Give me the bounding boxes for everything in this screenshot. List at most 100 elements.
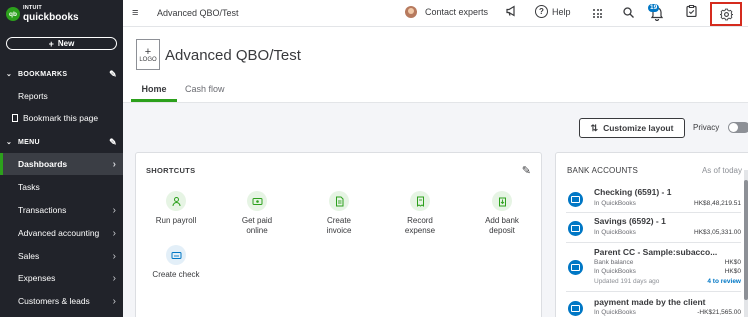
sidebar-item-customers-leads[interactable]: Customers & leads › [0,290,123,312]
bank-account-name: Parent CC - Sample:subacco... [594,247,718,257]
privacy-toggle[interactable] [728,122,748,133]
search-icon[interactable] [623,7,634,18]
shortcut-record-expense[interactable]: Record expense [389,191,451,236]
bank-building-icon [568,221,583,236]
to-review-link[interactable]: 4 to review [707,278,741,285]
sidebar-item-label: Tasks [18,182,40,192]
bank-account-row[interactable]: Savings (6592) - 1 In QuickBooks HK$3,05… [566,216,741,238]
sidebar-item-label: Dashboards [18,159,68,169]
shortcut-label: Create [326,216,351,225]
chevron-down-icon: ⌄ [6,71,13,78]
shortcut-label-2: invoice [326,226,352,235]
expert-avatar [405,6,417,18]
shortcut-label: Run payroll [155,216,197,225]
sliders-icon: ⇅ [590,122,599,133]
sidebar-item-label: Sales [18,251,40,261]
chevron-right-icon: › [112,204,116,216]
bank-account-line-label: Bank balance [594,259,634,266]
plus-icon: + [48,38,54,49]
settings-button[interactable] [710,2,742,26]
bank-accounts-card: BANK ACCOUNTS As of today Checking (6591… [555,152,748,317]
chevron-down-icon: ⌄ [6,139,13,146]
bank-account-row[interactable]: Checking (6591) - 1 In QuickBooks HK$8,4… [566,187,741,209]
page-title: Advanced QBO/Test [165,47,301,64]
bank-account-row[interactable]: payment made by the client In QuickBooks… [566,297,741,317]
chevron-right-icon: › [112,272,116,284]
sidebar-item-tasks[interactable]: Tasks [0,176,123,198]
sidebar-item-label: Advanced accounting [18,228,100,238]
shortcut-create-check[interactable]: Create check [145,245,207,280]
bank-card-icon [568,260,583,275]
bank-account-line-label: In QuickBooks [594,200,636,207]
tab-home[interactable]: Home [131,84,177,102]
notifications-button[interactable]: 19 [648,4,664,23]
add-logo-button[interactable]: + LOGO [136,39,160,70]
bank-account-updated: Updated 191 days ago [594,278,660,285]
bookmarks-header[interactable]: ⌄ BOOKMARKS ✎ [0,67,123,81]
announcements-icon[interactable] [506,5,518,20]
tasks-clipboard-icon[interactable] [686,5,697,20]
chevron-right-icon: › [112,295,116,307]
divider [566,291,741,292]
shortcut-create-invoice[interactable]: Create invoice [308,191,370,236]
logo-placeholder-label: LOGO [139,56,157,63]
bank-account-line-value: HK$8,48,219.51 [694,200,741,207]
sidebar-item-expenses[interactable]: Expenses › [0,267,123,289]
quickbooks-logo[interactable]: qb INTUIT quickbooks [6,5,79,23]
bookmarks-header-label: BOOKMARKS [18,70,68,78]
sidebar-item-reports[interactable]: Reports [0,85,123,107]
plus-icon: + [144,45,152,58]
bank-account-line-label: In QuickBooks [594,229,636,236]
sidebar-item-advanced-accounting[interactable]: Advanced accounting › [0,222,123,244]
tab-cash-flow[interactable]: Cash flow [185,84,225,102]
new-button[interactable]: + New [6,37,117,50]
deposit-icon [492,191,512,211]
sidebar-item-label: Customers & leads [18,296,90,306]
sidebar-item-sales[interactable]: Sales › [0,245,123,267]
edit-menu-icon[interactable]: ✎ [109,137,117,148]
bank-card-icon [568,301,583,316]
apps-grid-icon[interactable] [593,9,602,18]
help-button[interactable]: ? Help [535,5,571,18]
check-icon [166,245,186,265]
logo-intuit-text: INTUIT [23,5,42,11]
bank-account-line-value: HK$0 [724,268,741,275]
get-paid-icon [247,191,267,211]
bank-accounts-scrollbar[interactable] [744,170,748,317]
bank-account-line-value: HK$0 [724,259,741,266]
invoice-icon [329,191,349,211]
shortcut-label-2: deposit [489,226,515,235]
customize-layout-label: Customize layout [603,123,674,133]
bank-account-line-label: In QuickBooks [594,268,636,275]
divider [566,242,741,243]
top-bar: ≡ Advanced QBO/Test Contact experts ? He… [123,0,748,27]
new-button-label: New [57,39,75,48]
sidebar-item-label: Transactions [18,205,67,215]
chevron-right-icon: › [112,250,116,262]
shortcut-get-paid-online[interactable]: Get paid online [226,191,288,236]
shortcuts-card: SHORTCUTS ✎ Run payroll Get paid online … [135,152,542,317]
bank-account-row[interactable]: Parent CC - Sample:subacco... Bank balan… [566,247,741,289]
menu-header[interactable]: ⌄ MENU ✎ [0,135,123,149]
customize-layout-button[interactable]: ⇅ Customize layout [579,118,685,138]
menu-header-label: MENU [18,138,40,146]
help-label: Help [552,6,571,17]
bank-account-name: Checking (6591) - 1 [594,187,672,197]
shortcut-run-payroll[interactable]: Run payroll [145,191,207,226]
sidebar-item-transactions[interactable]: Transactions › [0,199,123,221]
payroll-icon [166,191,186,211]
contact-experts-label: Contact experts [425,7,489,17]
shortcut-label: Record [407,216,433,225]
bank-account-line-value: -HK$21,565.00 [697,309,741,316]
edit-bookmarks-icon[interactable]: ✎ [109,69,117,80]
shortcut-label-2: expense [404,226,436,235]
sidebar-item-dashboards[interactable]: Dashboards › [0,153,123,175]
edit-shortcuts-icon[interactable]: ✎ [522,164,531,177]
help-icon: ? [535,5,548,18]
sidebar-item-bookmark-page[interactable]: Bookmark this page [0,107,123,129]
contact-experts-button[interactable]: Contact experts [405,6,488,18]
collapse-menu-icon[interactable]: ≡ [132,7,138,19]
shortcut-label: Add bank [485,216,519,225]
bank-account-name: payment made by the client [594,297,706,307]
shortcut-add-bank-deposit[interactable]: Add bank deposit [471,191,533,236]
